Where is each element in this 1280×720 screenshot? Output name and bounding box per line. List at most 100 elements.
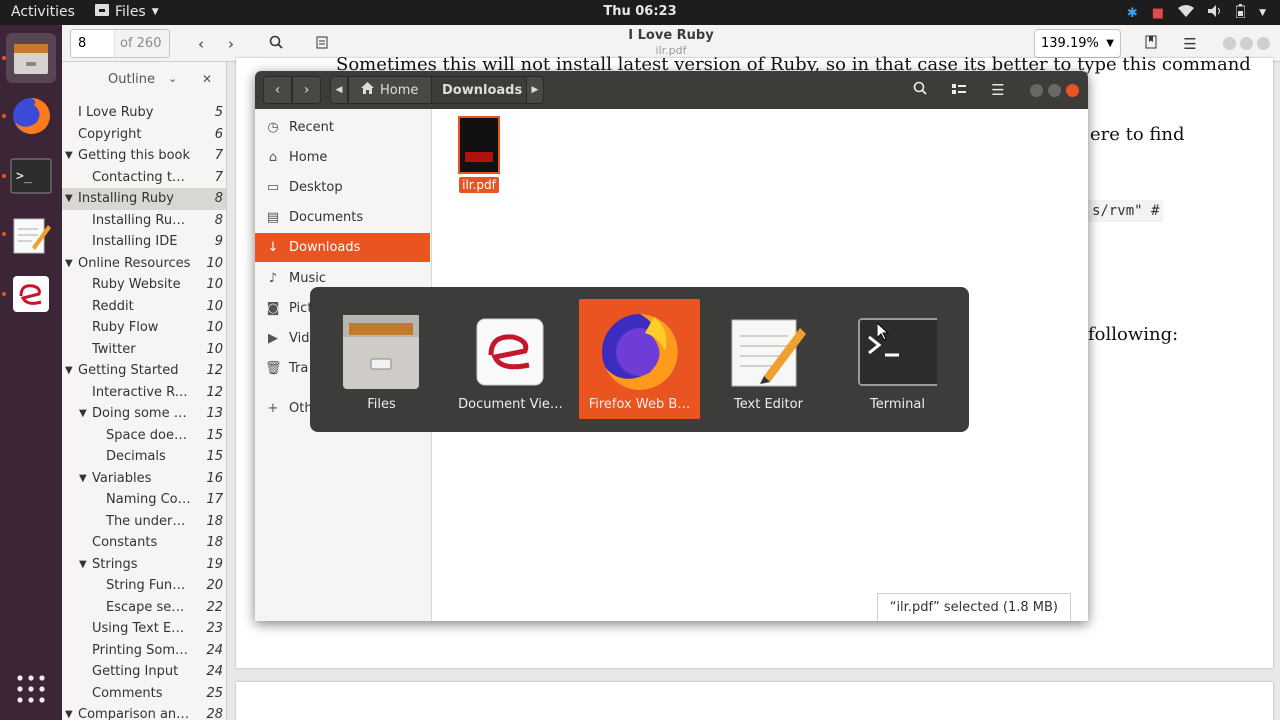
sidebar-item-label: Downloads xyxy=(289,240,361,255)
outline-item[interactable]: I Love Ruby 5 xyxy=(62,102,226,124)
chevron-down-icon[interactable]: ⌄ xyxy=(168,72,177,85)
expander-arrow-icon[interactable]: ▼ xyxy=(65,150,73,161)
sidebar-item-desktop[interactable]: ▭ Desktop xyxy=(255,173,430,202)
expander-arrow-icon[interactable]: ▼ xyxy=(65,258,73,269)
dock-document-viewer-icon[interactable] xyxy=(6,269,56,319)
outline-item[interactable]: Copyright 6 xyxy=(62,124,226,146)
expander-arrow-icon[interactable]: ▼ xyxy=(79,559,87,570)
outline-item[interactable]: Comments 25 xyxy=(62,683,226,705)
outline-item-page: 6 xyxy=(214,126,223,142)
outline-item[interactable]: ▼ Strings 19 xyxy=(62,554,226,576)
outline-item[interactable]: Ruby Website 10 xyxy=(62,274,226,296)
volume-icon[interactable] xyxy=(1208,5,1222,21)
menu-button[interactable]: ☰ xyxy=(982,76,1014,104)
sidebar-item-label: Recent xyxy=(289,120,334,135)
outline-item[interactable]: Interactive Ruby 12 xyxy=(62,382,226,404)
outline-item-label: Interactive Ruby xyxy=(92,384,192,400)
wifi-icon[interactable] xyxy=(1178,5,1195,21)
outline-item[interactable]: Contacting th… 7 xyxy=(62,167,226,189)
maximize-button[interactable] xyxy=(1240,37,1253,50)
outline-item-page: 7 xyxy=(214,148,223,164)
outline-item[interactable]: Naming Co… 17 xyxy=(62,489,226,511)
outline-item[interactable]: Twitter 10 xyxy=(62,339,226,361)
dock-files-icon[interactable] xyxy=(6,33,56,83)
dock-terminal-icon[interactable]: >_ xyxy=(6,151,56,201)
battery-icon[interactable] xyxy=(1235,4,1246,22)
sidebar-item-clock[interactable]: ◷ Recent xyxy=(255,113,430,142)
switcher-item[interactable]: Firefox Web B… xyxy=(579,299,700,419)
sidebar-item-label: Pict xyxy=(289,301,313,316)
minimize-button[interactable] xyxy=(1223,37,1236,50)
running-indicator xyxy=(2,232,6,236)
maximize-button[interactable] xyxy=(1048,84,1061,97)
breadcrumb-home[interactable]: Home xyxy=(348,76,432,104)
outline-item[interactable]: Decimals 15 xyxy=(62,446,226,468)
running-indicator xyxy=(2,56,6,60)
system-tray[interactable]: ✱ ■ ▼ xyxy=(1127,4,1266,22)
switcher-item[interactable]: Files xyxy=(321,299,442,419)
outline-item-page: 12 xyxy=(206,363,223,379)
expander-arrow-icon[interactable]: ▼ xyxy=(65,365,73,376)
expander-arrow-icon[interactable]: ▼ xyxy=(65,193,73,204)
minimize-button[interactable] xyxy=(1030,84,1043,97)
outline-item-page: 5 xyxy=(214,105,223,121)
outline-title[interactable]: Outline xyxy=(108,72,155,87)
documents-icon: ▤ xyxy=(266,210,280,225)
dock-firefox-icon[interactable] xyxy=(6,91,56,141)
app-menu[interactable]: Files ▼ xyxy=(95,4,159,20)
sidebar-item-downloads[interactable]: ↓ Downloads xyxy=(255,233,430,262)
outline-item[interactable]: String Func… 20 xyxy=(62,575,226,597)
outline-item[interactable]: Getting Input 24 xyxy=(62,661,226,683)
outline-item[interactable]: ▼ Getting Started 12 xyxy=(62,360,226,382)
search-button[interactable] xyxy=(904,76,936,104)
forward-button[interactable]: › xyxy=(292,76,321,104)
outline-item[interactable]: ▼ Getting this book 7 xyxy=(62,145,226,167)
outline-item[interactable]: Reddit 10 xyxy=(62,296,226,318)
close-button[interactable] xyxy=(1066,84,1079,97)
expander-arrow-icon[interactable]: ▼ xyxy=(65,709,73,720)
power-menu-icon[interactable]: ▼ xyxy=(1259,8,1266,18)
outline-item-label: Comparison an… xyxy=(78,707,190,720)
activities-button[interactable]: Activities xyxy=(11,4,75,20)
outline-item-page: 10 xyxy=(206,341,223,357)
breadcrumb-left-arrow[interactable]: ◀ xyxy=(330,76,348,104)
outline-item[interactable]: Constants 18 xyxy=(62,532,226,554)
outline-item[interactable]: ▼ Doing some … 13 xyxy=(62,403,226,425)
outline-item[interactable]: Using Text Edi… 23 xyxy=(62,618,226,640)
outline-item[interactable]: ▼ Variables 16 xyxy=(62,468,226,490)
sidebar-item-home[interactable]: ⌂ Home xyxy=(255,143,430,172)
desktop-icon: ▭ xyxy=(266,180,280,195)
back-button[interactable]: ‹ xyxy=(263,76,292,104)
expander-arrow-icon[interactable]: ▼ xyxy=(79,408,87,419)
breadcrumb-right-arrow[interactable]: ▶ xyxy=(526,76,544,104)
switcher-item[interactable]: Document Vie… xyxy=(450,299,571,419)
dock-text-editor-icon[interactable] xyxy=(6,209,56,259)
outline-item[interactable]: Escape seq… 22 xyxy=(62,597,226,619)
close-button[interactable] xyxy=(1257,37,1270,50)
breadcrumb-downloads[interactable]: Downloads xyxy=(431,76,527,104)
expander-arrow-icon[interactable]: ▼ xyxy=(79,473,87,484)
view-mode-button[interactable] xyxy=(943,76,975,104)
outline-item[interactable]: ▼ Installing Ruby 8 xyxy=(62,188,226,210)
show-applications-icon[interactable] xyxy=(6,664,56,714)
outline-item[interactable]: Space does… 15 xyxy=(62,425,226,447)
bluetooth-icon[interactable]: ✱ xyxy=(1127,6,1138,21)
outline-item[interactable]: Printing Som… 24 xyxy=(62,640,226,662)
clock[interactable]: Thu 06:23 xyxy=(603,4,676,19)
outline-item[interactable]: ▼ Comparison an… 28 xyxy=(62,704,226,720)
switcher-item[interactable]: Terminal xyxy=(837,299,958,419)
outline-item[interactable]: ▼ Online Resources 10 xyxy=(62,253,226,275)
screen-record-icon[interactable]: ■ xyxy=(1152,6,1164,21)
outline-item-page: 10 xyxy=(206,255,223,271)
switcher-item[interactable]: Text Editor xyxy=(708,299,829,419)
zoom-value: 139.19% xyxy=(1041,36,1099,51)
outline-item-label: String Func… xyxy=(106,578,192,594)
file-item[interactable]: ilr.pdf xyxy=(455,116,503,193)
outline-item[interactable]: The unders… 18 xyxy=(62,511,226,533)
close-icon[interactable]: ✕ xyxy=(202,72,212,86)
outline-item[interactable]: Installing Rub… 8 xyxy=(62,210,226,232)
sidebar-item-documents[interactable]: ▤ Documents xyxy=(255,203,430,232)
app-switcher: Files Document Vie… Firefox Web B… Text Edi… xyxy=(310,287,969,432)
outline-item[interactable]: Installing IDE 9 xyxy=(62,231,226,253)
outline-item[interactable]: Ruby Flow 10 xyxy=(62,317,226,339)
